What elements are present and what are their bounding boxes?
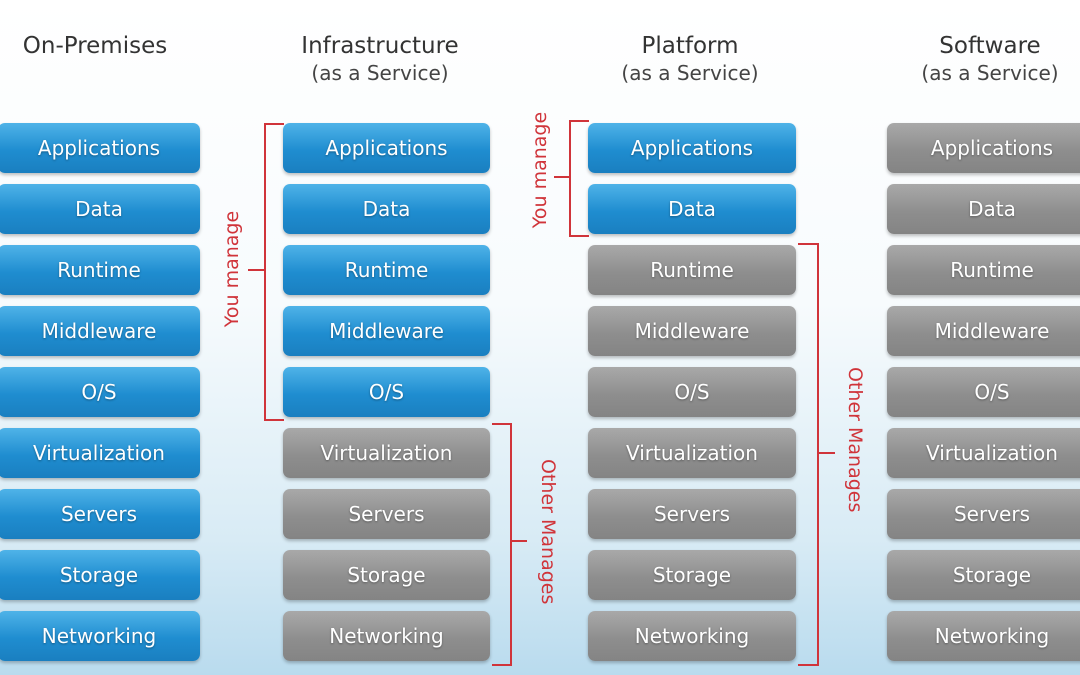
on-premises-layer-middleware: Middleware xyxy=(0,306,200,356)
on-premises-layer-storage: Storage xyxy=(0,550,200,600)
saas-layer-servers: Servers xyxy=(887,489,1080,539)
paas-you-manage-bracket xyxy=(569,120,589,237)
iaas-layer-applications: Applications xyxy=(283,123,490,173)
on-premises-title: On-Premises xyxy=(22,33,168,59)
saas-subtitle: (as a Service) xyxy=(921,61,1059,85)
saas-layer-middleware: Middleware xyxy=(887,306,1080,356)
iaas-layer-storage: Storage xyxy=(283,550,490,600)
on-premises-layer-servers: Servers xyxy=(0,489,200,539)
on-premises-layer-data: Data xyxy=(0,184,200,234)
iaas-layer-middleware: Middleware xyxy=(283,306,490,356)
paas-other-manages-bracket xyxy=(798,243,819,666)
on-premises-layer-applications: Applications xyxy=(0,123,200,173)
paas-title: Platform xyxy=(641,33,739,59)
iaas-header: Infrastructure (as a Service) xyxy=(250,32,510,86)
saas-header: Software (as a Service) xyxy=(860,32,1080,86)
paas-header: Platform (as a Service) xyxy=(560,32,820,86)
paas-other-manages-label: Other Manages xyxy=(844,367,866,513)
paas-you-manage-label: You manage xyxy=(529,111,551,229)
paas-layer-applications: Applications xyxy=(588,123,796,173)
on-premises-header: On-Premises xyxy=(0,32,225,60)
iaas-layer-servers: Servers xyxy=(283,489,490,539)
iaas-layer-os: O/S xyxy=(283,367,490,417)
saas-layer-networking: Networking xyxy=(887,611,1080,661)
paas-layer-data: Data xyxy=(588,184,796,234)
saas-layer-runtime: Runtime xyxy=(887,245,1080,295)
saas-layer-os: O/S xyxy=(887,367,1080,417)
saas-layer-storage: Storage xyxy=(887,550,1080,600)
on-premises-layer-virtualization: Virtualization xyxy=(0,428,200,478)
iaas-other-manages-label: Other Manages xyxy=(537,459,559,605)
paas-layer-virtualization: Virtualization xyxy=(588,428,796,478)
iaas-other-manages-bracket xyxy=(492,423,512,666)
iaas-subtitle: (as a Service) xyxy=(311,61,449,85)
iaas-title: Infrastructure xyxy=(301,33,459,59)
paas-layer-networking: Networking xyxy=(588,611,796,661)
saas-layer-virtualization: Virtualization xyxy=(887,428,1080,478)
saas-layer-applications: Applications xyxy=(887,123,1080,173)
paas-layer-storage: Storage xyxy=(588,550,796,600)
paas-other-manages-tick xyxy=(818,452,835,454)
iaas-layer-data: Data xyxy=(283,184,490,234)
on-premises-layer-networking: Networking xyxy=(0,611,200,661)
iaas-layer-virtualization: Virtualization xyxy=(283,428,490,478)
on-premises-layer-os: O/S xyxy=(0,367,200,417)
iaas-other-manages-tick xyxy=(511,540,527,542)
iaas-you-manage-bracket xyxy=(264,123,284,421)
paas-layer-os: O/S xyxy=(588,367,796,417)
iaas-you-manage-tick xyxy=(248,269,265,271)
saas-title: Software xyxy=(939,33,1041,59)
saas-layer-data: Data xyxy=(887,184,1080,234)
paas-you-manage-tick xyxy=(554,176,570,178)
iaas-you-manage-label: You manage xyxy=(221,210,243,328)
paas-layer-runtime: Runtime xyxy=(588,245,796,295)
iaas-layer-networking: Networking xyxy=(283,611,490,661)
paas-subtitle: (as a Service) xyxy=(621,61,759,85)
paas-layer-middleware: Middleware xyxy=(588,306,796,356)
paas-layer-servers: Servers xyxy=(588,489,796,539)
iaas-layer-runtime: Runtime xyxy=(283,245,490,295)
on-premises-layer-runtime: Runtime xyxy=(0,245,200,295)
